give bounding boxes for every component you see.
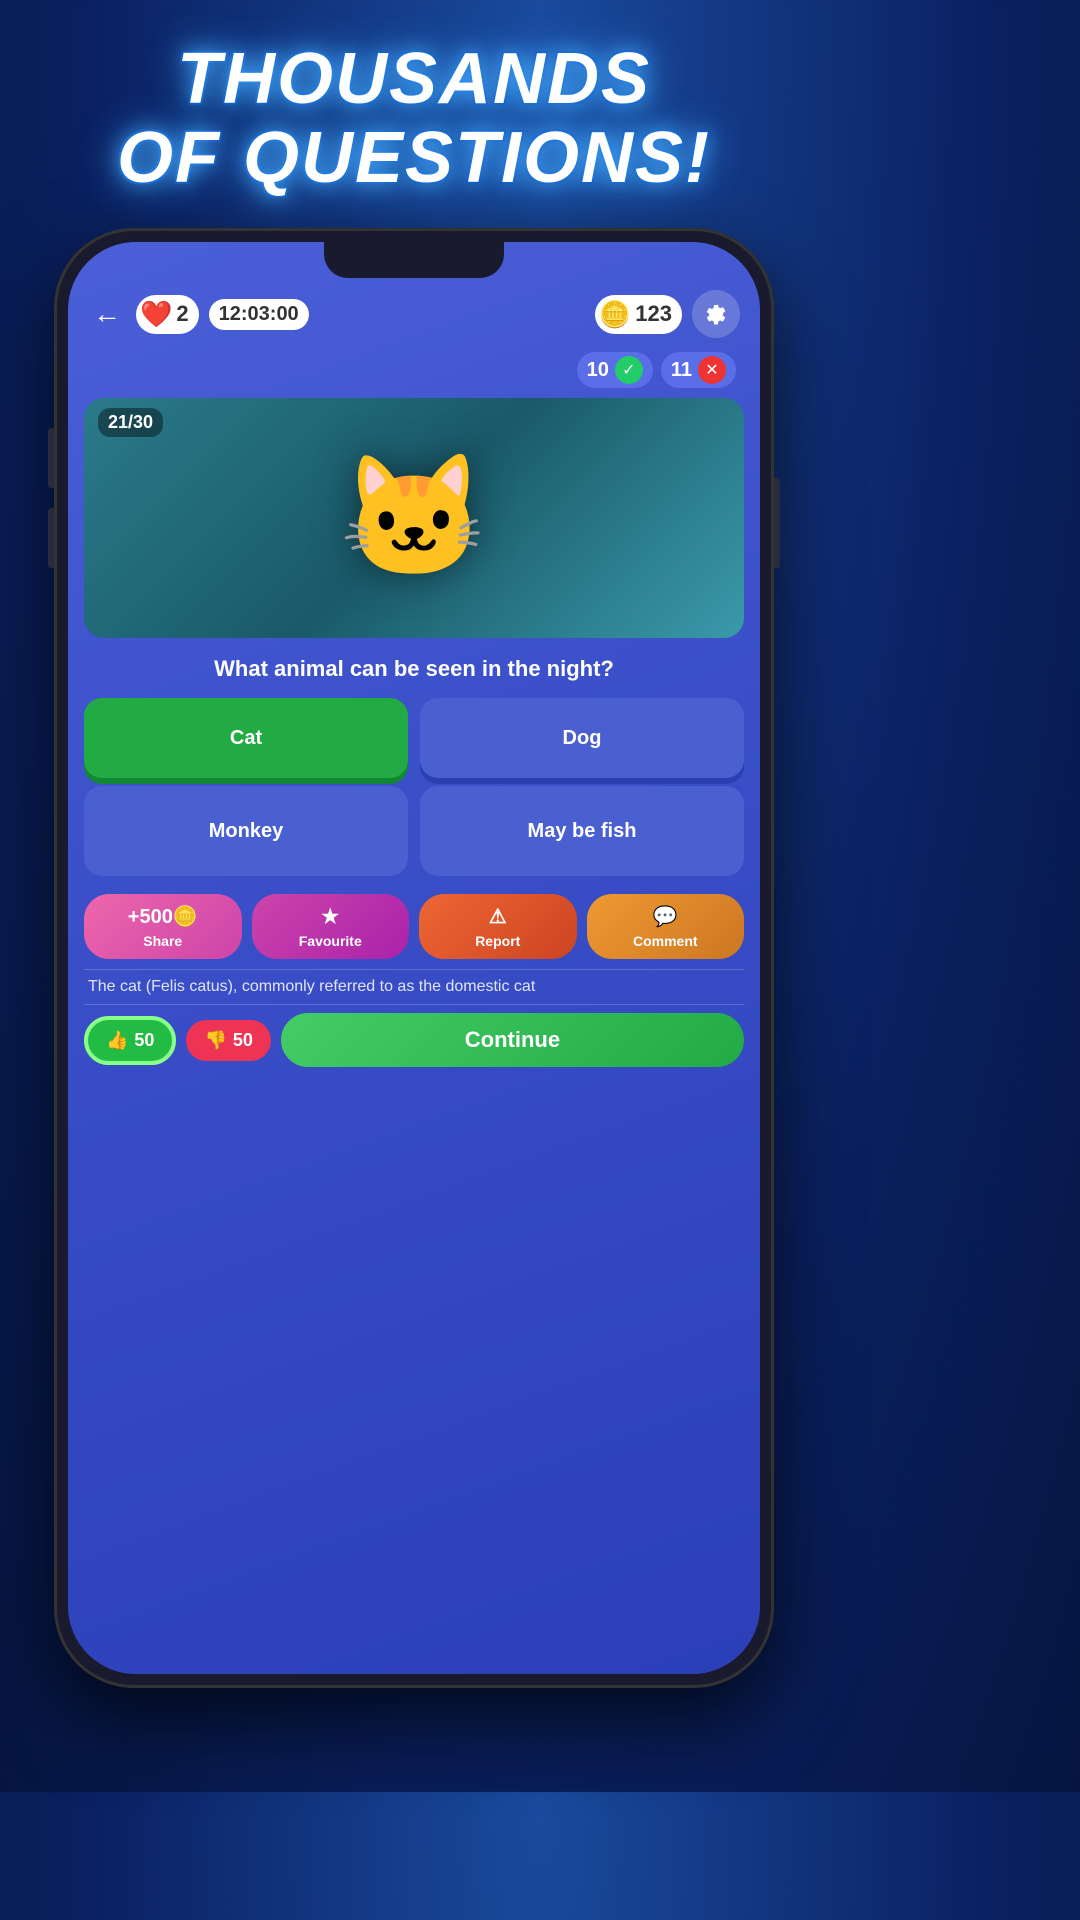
thumbs-up-icon: 👍 — [106, 1030, 128, 1051]
answer-monkey-label: Monkey — [209, 820, 283, 843]
check-icon: ✓ — [615, 356, 643, 384]
phone-screen: ← ❤️ 2 12:03:00 🪙 123 — [68, 242, 760, 1674]
answer-cat[interactable]: Cat — [84, 698, 408, 778]
incorrect-score-badge: 11 ✕ — [661, 352, 736, 388]
share-icon: +500🪙 — [128, 904, 198, 929]
info-text: The cat (Felis catus), commonly referred… — [68, 970, 760, 1004]
warning-icon: ⚠ — [489, 904, 507, 929]
question-image: 21/30 🐱 — [84, 398, 744, 638]
star-icon: ★ — [321, 904, 339, 929]
answer-dog-label: Dog — [563, 727, 602, 750]
action-row: +500🪙 Share ★ Favourite ⚠ Report 💬 Comme… — [84, 894, 744, 959]
phone-inner: ← ❤️ 2 12:03:00 🪙 123 — [68, 242, 760, 1674]
answers-top-row: Cat Dog — [84, 698, 744, 778]
thumbs-up-count: 50 — [134, 1030, 154, 1051]
thumbs-down-count: 50 — [233, 1030, 253, 1051]
settings-button[interactable] — [692, 290, 740, 338]
notch — [324, 242, 504, 278]
bottom-row: 👍 50 👎 50 Continue — [68, 1005, 760, 1087]
question-text: What animal can be seen in the night? — [68, 644, 760, 690]
answer-monkey[interactable]: Monkey — [84, 786, 408, 876]
thumbs-down-button[interactable]: 👎 50 — [186, 1020, 270, 1061]
volume-up-button — [48, 428, 54, 488]
answer-maybefish[interactable]: May be fish — [420, 786, 744, 876]
coin-icon: 🪙 — [599, 299, 631, 330]
cat-emoji: 🐱 — [84, 398, 744, 638]
back-button[interactable]: ← — [88, 293, 126, 335]
timer-badge: 12:03:00 — [209, 299, 309, 330]
main-title: THOUSANDS OF QUESTIONS! — [117, 40, 711, 198]
heart-icon: ❤️ — [140, 299, 172, 330]
lives-badge: ❤️ 2 — [136, 295, 199, 334]
answer-dog[interactable]: Dog — [420, 698, 744, 778]
coins-badge: 🪙 123 — [595, 295, 682, 334]
x-icon: ✕ — [698, 356, 726, 384]
thumbs-down-icon: 👎 — [204, 1030, 226, 1051]
favourite-label: Favourite — [299, 933, 362, 949]
favourite-button[interactable]: ★ Favourite — [252, 894, 410, 959]
lives-count: 2 — [176, 301, 188, 327]
phone-body: ← ❤️ 2 12:03:00 🪙 123 — [54, 228, 774, 1688]
comment-icon: 💬 — [653, 904, 678, 929]
correct-score-badge: 10 ✓ — [577, 352, 653, 388]
score-row: 10 ✓ 11 ✕ — [68, 348, 760, 392]
thumbs-up-button[interactable]: 👍 50 — [84, 1016, 176, 1065]
volume-down-button — [48, 508, 54, 568]
report-label: Report — [475, 933, 520, 949]
timer-text: 12:03:00 — [219, 303, 299, 325]
continue-label: Continue — [465, 1027, 560, 1052]
comment-button[interactable]: 💬 Comment — [587, 894, 745, 959]
incorrect-score: 11 — [671, 359, 692, 382]
answer-cat-label: Cat — [230, 727, 262, 750]
power-button — [774, 478, 780, 568]
coins-count: 123 — [635, 301, 672, 327]
answer-maybefish-label: May be fish — [528, 820, 637, 843]
phone-mockup: ← ❤️ 2 12:03:00 🪙 123 — [54, 228, 774, 1688]
share-label: Share — [143, 933, 182, 949]
comment-label: Comment — [633, 933, 698, 949]
correct-score: 10 — [587, 359, 609, 382]
report-button[interactable]: ⚠ Report — [419, 894, 577, 959]
title-area: THOUSANDS OF QUESTIONS! — [97, 0, 731, 218]
share-button[interactable]: +500🪙 Share — [84, 894, 242, 959]
answers-grid: Monkey May be fish — [84, 786, 744, 876]
continue-button[interactable]: Continue — [281, 1013, 744, 1067]
gear-icon — [704, 302, 728, 326]
